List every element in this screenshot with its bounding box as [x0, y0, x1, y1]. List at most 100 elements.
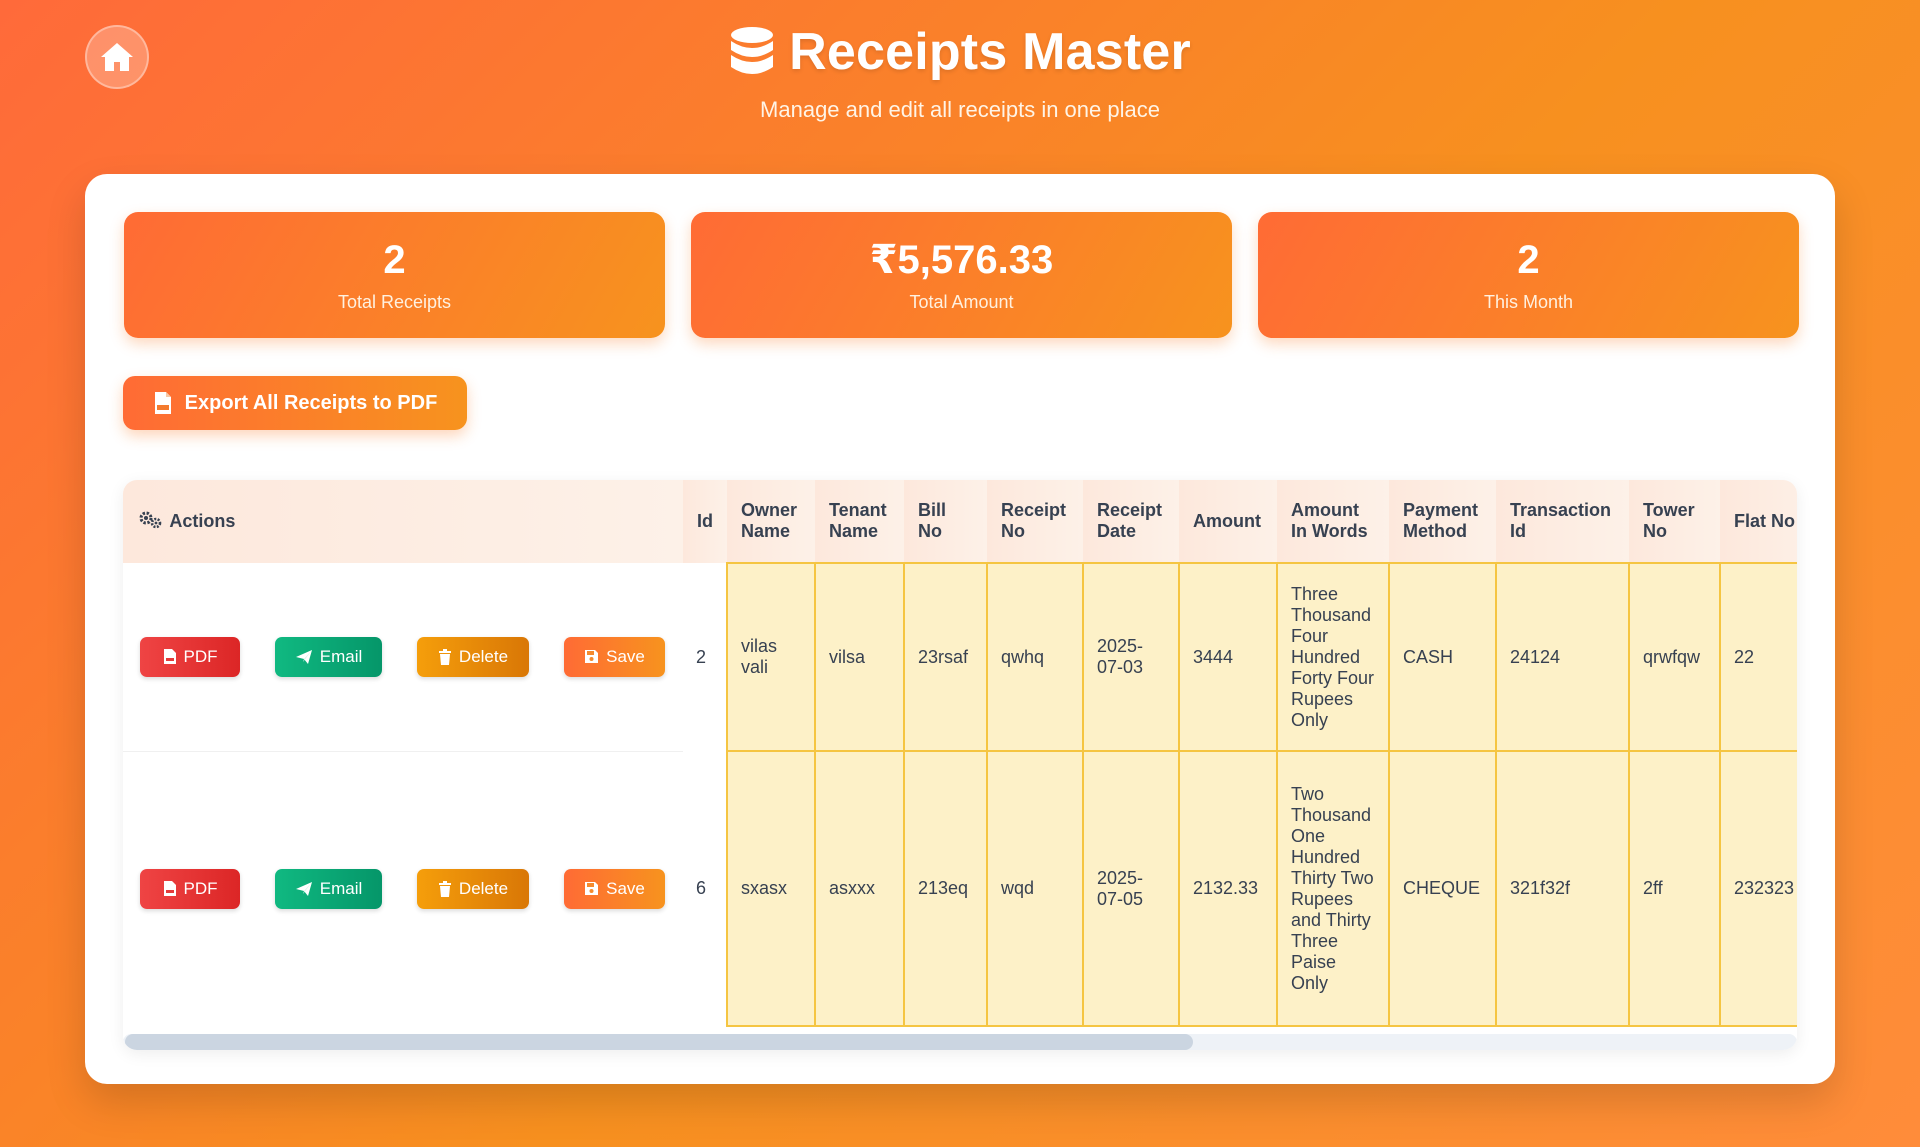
cell-flat-no[interactable]: 232323 [1719, 750, 1797, 1027]
stat-label: Total Amount [909, 292, 1014, 312]
column-header-flat-no: Flat No [1720, 480, 1797, 563]
cell-owner-name[interactable]: sxasx [726, 750, 816, 1027]
cell-bill-no[interactable]: 23rsaf [903, 562, 988, 752]
row-email-label: Email [319, 646, 363, 666]
cell-tower-no[interactable]: qrwfqw [1628, 562, 1721, 752]
table-header-row: Actions Id Owner Name Tenant Name Bill No R… [123, 480, 1797, 563]
stat-total-receipts: 2 Total Receipts [124, 212, 665, 338]
cell-tenant-name[interactable]: asxxx [814, 750, 905, 1027]
column-header-label: Owner [741, 500, 798, 520]
row-pdf-button[interactable]: PDF [140, 636, 240, 677]
column-header-label: Id [697, 511, 713, 531]
column-header-payment-method: Payment Method [1389, 480, 1496, 563]
stat-value: 2 [1517, 238, 1540, 282]
receipts-table-wrapper[interactable]: Actions Id Owner Name Tenant Name Bill No R… [123, 480, 1797, 1050]
row-delete-button[interactable]: Delete [417, 868, 529, 909]
horizontal-scrollbar[interactable] [123, 1034, 1797, 1050]
column-header-label: Flat No [1734, 510, 1795, 531]
column-header-label: Name [829, 521, 879, 541]
cell-id: 2 [696, 646, 707, 667]
row-pdf-button[interactable]: PDF [140, 868, 240, 909]
stat-total-amount: ₹5,576.33 Total Amount [691, 212, 1232, 338]
column-header-amount-in-words: Amount In Words [1277, 480, 1389, 563]
stat-value: 2 [383, 238, 406, 282]
cell-payment-method[interactable]: CASH [1388, 562, 1497, 752]
row-save-label: Save [606, 646, 645, 666]
cell-amount[interactable]: 2132.33 [1178, 750, 1278, 1027]
export-all-pdf-label: Export All Receipts to PDF [184, 391, 438, 414]
column-header-id: Id [683, 480, 727, 563]
cell-tenant-name[interactable]: vilsa [814, 562, 905, 752]
column-header-transaction-id: Transaction Id [1496, 480, 1629, 563]
table-row: PDF Email Delete [123, 562, 1797, 752]
row-email-label: Email [319, 878, 363, 898]
cell-receipt-no[interactable]: wqd [986, 750, 1084, 1027]
page-header: Receipts Master Manage and edit all rece… [0, 22, 1920, 123]
export-all-pdf-button[interactable]: Export All Receipts to PDF [123, 376, 467, 430]
row-delete-button[interactable]: Delete [417, 636, 529, 677]
cell-amount-in-words[interactable]: Three Thousand Four Hundred Forty Four R… [1276, 562, 1390, 752]
cell-flat-no[interactable]: 22 [1719, 562, 1797, 752]
column-header-label: No [918, 521, 942, 541]
cell-payment-method[interactable]: CHEQUE [1388, 750, 1497, 1027]
cell-receipt-no[interactable]: qwhq [986, 562, 1084, 752]
row-save-button[interactable]: Save [564, 868, 665, 909]
scrollbar-thumb[interactable] [125, 1034, 1193, 1050]
gears-icon [139, 511, 162, 529]
row-pdf-label: PDF [183, 646, 218, 666]
cell-receipt-date[interactable]: 2025-07-05 [1082, 750, 1180, 1027]
row-save-label: Save [606, 878, 645, 898]
floppy-disk-icon [585, 650, 599, 664]
row-delete-label: Delete [458, 646, 509, 666]
column-header-owner-name: Owner Name [727, 480, 815, 563]
page-title: Receipts Master [729, 22, 1191, 82]
paper-plane-icon [295, 881, 312, 896]
cell-tower-no[interactable]: 2ff [1628, 750, 1721, 1027]
cell-id: 6 [696, 878, 707, 898]
column-header-label: Amount [1193, 510, 1261, 531]
page-title-text: Receipts Master [789, 23, 1191, 81]
column-header-bill-no: Bill No [904, 480, 987, 563]
table-row: PDF Email Delete [123, 750, 1797, 1027]
column-header-label: Method [1403, 521, 1467, 541]
database-icon [731, 27, 774, 74]
stat-value: ₹5,576.33 [869, 238, 1054, 282]
column-header-label: No [1643, 521, 1667, 541]
cell-bill-no[interactable]: 213eq [903, 750, 988, 1027]
column-header-label: Name [741, 521, 791, 541]
column-header-label: Transaction [1510, 500, 1612, 520]
stat-label: Total Receipts [337, 292, 452, 312]
column-header-label: Id [1510, 521, 1526, 541]
page-subtitle: Manage and edit all receipts in one plac… [760, 97, 1160, 122]
paper-plane-icon [295, 649, 312, 664]
cell-amount[interactable]: 3444 [1178, 562, 1278, 752]
column-header-label: Bill [918, 500, 947, 520]
column-header-actions: Actions [123, 480, 683, 563]
row-email-button[interactable]: Email [275, 868, 382, 909]
column-header-label: Amount [1291, 500, 1359, 520]
column-header-label: In Words [1291, 521, 1368, 541]
cell-owner-name[interactable]: vilas vali [726, 562, 816, 752]
trash-icon [438, 648, 451, 665]
column-header-label: Receipt [1097, 500, 1163, 520]
row-email-button[interactable]: Email [275, 636, 382, 677]
row-actions: PDF Email Delete Save [123, 751, 683, 1026]
cell-transaction-id[interactable]: 24124 [1495, 562, 1630, 752]
column-header-label: No [1001, 521, 1025, 541]
stat-label: This Month [1483, 292, 1574, 312]
cell-receipt-date[interactable]: 2025-07-03 [1082, 562, 1180, 752]
cell-transaction-id[interactable]: 321f32f [1495, 750, 1630, 1027]
receipts-table: Actions Id Owner Name Tenant Name Bill No R… [123, 480, 1797, 1027]
file-pdf-icon [163, 649, 176, 665]
row-pdf-label: PDF [183, 878, 218, 898]
row-save-button[interactable]: Save [564, 636, 665, 677]
column-header-label: Tower [1643, 500, 1695, 520]
column-header-label: Actions [169, 511, 236, 531]
column-header-amount: Amount [1179, 480, 1277, 563]
column-header-receipt-date: Receipt Date [1083, 480, 1179, 563]
trash-icon [438, 880, 451, 897]
cell-amount-in-words[interactable]: Two Thousand One Hundred Thirty Two Rupe… [1276, 750, 1390, 1027]
column-header-label: Payment [1403, 500, 1479, 520]
receipts-card: 2 Total Receipts ₹5,576.33 Total Amount … [85, 174, 1835, 1084]
column-header-label: Tenant [829, 500, 887, 520]
